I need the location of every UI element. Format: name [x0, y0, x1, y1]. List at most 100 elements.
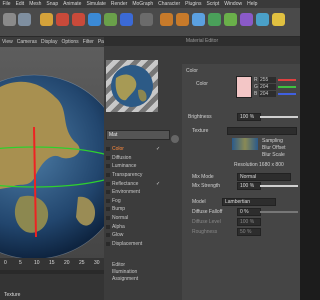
viewport-menu-cameras[interactable]: Cameras	[15, 37, 39, 47]
channel-reflectance[interactable]: Reflectance ✓	[106, 179, 170, 188]
menu-item-render[interactable]: Render	[108, 0, 129, 8]
timeline-track[interactable]	[0, 270, 104, 274]
menu-item-plugins[interactable]: Plugins	[183, 0, 204, 8]
channel-checkbox[interactable]	[106, 233, 110, 238]
texture-field[interactable]	[227, 127, 297, 135]
timeline-tick: 15	[49, 260, 55, 266]
viewport[interactable]	[0, 47, 104, 258]
brightness-slider[interactable]	[260, 116, 298, 118]
channel-checkbox[interactable]	[106, 190, 110, 195]
menu-item-snap[interactable]: Snap	[44, 0, 61, 8]
redo-icon[interactable]	[18, 13, 31, 26]
channel-label: Bump	[112, 206, 126, 213]
undo-icon[interactable]	[3, 13, 16, 26]
mix-strength-slider[interactable]	[260, 185, 298, 187]
channel-checkbox[interactable]	[106, 181, 110, 186]
channel-fog[interactable]: Fog	[106, 197, 170, 206]
channel-color[interactable]: Color ✓	[106, 145, 170, 154]
mix-mode-select[interactable]: Normal	[237, 173, 291, 181]
editor-item-illumination[interactable]: Illumination	[112, 269, 138, 276]
coordinate-icon[interactable]	[140, 13, 153, 26]
rgb-slider[interactable]	[278, 92, 296, 95]
channel-glow[interactable]: Glow	[106, 231, 170, 240]
menu-item-help[interactable]: Help	[245, 0, 260, 8]
move-icon[interactable]	[40, 13, 53, 26]
timeline-tick: 30	[94, 260, 100, 266]
editor-item-editor[interactable]: Editor	[112, 262, 138, 269]
blur-scale-label: Blur Scale	[262, 152, 285, 158]
rotate-icon[interactable]	[56, 13, 69, 26]
channel-label: Transparency	[112, 172, 143, 179]
channel-checkbox[interactable]	[106, 198, 110, 203]
channel-checkbox[interactable]	[106, 216, 110, 221]
brightness-field[interactable]: 100 %	[237, 113, 261, 121]
cube-icon[interactable]	[192, 13, 205, 26]
material-preview[interactable]	[106, 60, 158, 112]
channel-checkbox[interactable]	[106, 164, 110, 169]
rgb-value-field[interactable]: 204	[259, 83, 276, 90]
diffuse-falloff-slider[interactable]	[260, 211, 298, 213]
viewport-menu-display[interactable]: Display	[39, 37, 59, 47]
channel-label: Alpha	[112, 223, 125, 230]
channel-displacement[interactable]: Displacement	[106, 240, 170, 249]
viewport-menu-filter[interactable]: Filter	[81, 37, 96, 47]
texture-thumbnail[interactable]	[232, 138, 258, 150]
channel-list: Color ✓ Diffusion Luminance Transparency Refl…	[106, 145, 170, 248]
axis-z-icon[interactable]	[120, 13, 133, 26]
channel-alpha[interactable]: Alpha	[106, 222, 170, 231]
preview-sphere	[111, 65, 153, 107]
channel-label: Fog	[112, 197, 121, 204]
roughness-field[interactable]: 50 %	[237, 228, 261, 236]
viewport-menu-view[interactable]: View	[0, 37, 15, 47]
light-icon[interactable]	[272, 13, 285, 26]
render-picture-icon[interactable]	[176, 13, 189, 26]
diffuse-falloff-field[interactable]: 0 %	[237, 208, 261, 216]
channel-label: Color	[112, 146, 124, 153]
axis-x-icon[interactable]	[88, 13, 101, 26]
channel-checkbox[interactable]	[106, 207, 110, 212]
channel-checkbox[interactable]	[106, 173, 110, 178]
rgb-slider[interactable]	[278, 78, 296, 81]
diffuse-level-field[interactable]: 100 %	[237, 218, 261, 226]
sampling-label: Sampling	[262, 138, 283, 144]
menu-item-character[interactable]: Character	[156, 0, 183, 8]
scene-icon[interactable]	[256, 13, 269, 26]
rgb-value-field[interactable]: 204	[259, 90, 276, 97]
menu-item-animate[interactable]: Animate	[61, 0, 84, 8]
channel-bump[interactable]: Bump	[106, 205, 170, 214]
channel-checkbox[interactable]	[106, 241, 110, 246]
menu-item-script[interactable]: Script	[204, 0, 222, 8]
menu-item-simulate[interactable]: Simulate	[84, 0, 108, 8]
rgb-slider[interactable]	[278, 85, 296, 88]
axis-y-icon[interactable]	[104, 13, 117, 26]
channel-label: Normal	[112, 215, 129, 222]
options-icon[interactable]	[171, 135, 179, 143]
menu-item-mograph[interactable]: MoGraph	[130, 0, 156, 8]
mix-strength-field[interactable]: 100 %	[237, 182, 261, 190]
model-select[interactable]: Lambertian	[222, 198, 276, 206]
channel-normal[interactable]: Normal	[106, 214, 170, 223]
deformer-icon[interactable]	[240, 13, 253, 26]
menu-item-mesh[interactable]: Mesh	[27, 0, 44, 8]
channel-checkbox[interactable]	[106, 224, 110, 229]
scale-icon[interactable]	[72, 13, 85, 26]
channel-label: Luminance	[112, 163, 137, 170]
array-icon[interactable]	[224, 13, 237, 26]
material-name-field[interactable]: Mat	[106, 130, 170, 140]
color-swatch[interactable]	[236, 76, 252, 98]
channel-diffusion[interactable]: Diffusion	[106, 154, 170, 163]
render-view-icon[interactable]	[160, 13, 173, 26]
channel-environment[interactable]: Environment	[106, 188, 170, 197]
nurbs-icon[interactable]	[208, 13, 221, 26]
viewport-menu-options[interactable]: Options	[59, 37, 80, 47]
editor-item-assignment[interactable]: Assignment	[112, 276, 138, 283]
rgb-value-field[interactable]: 255	[259, 76, 276, 83]
channel-checkbox[interactable]	[106, 147, 110, 152]
channel-checkbox[interactable]	[106, 155, 110, 160]
channel-transparency[interactable]: Transparency	[106, 171, 170, 180]
menu-item-window[interactable]: Window	[222, 0, 245, 8]
menu-item-edit[interactable]: Edit	[13, 0, 27, 8]
timeline-tick: 20	[64, 260, 70, 266]
menu-item-file[interactable]: File	[0, 0, 13, 8]
channel-luminance[interactable]: Luminance	[106, 162, 170, 171]
